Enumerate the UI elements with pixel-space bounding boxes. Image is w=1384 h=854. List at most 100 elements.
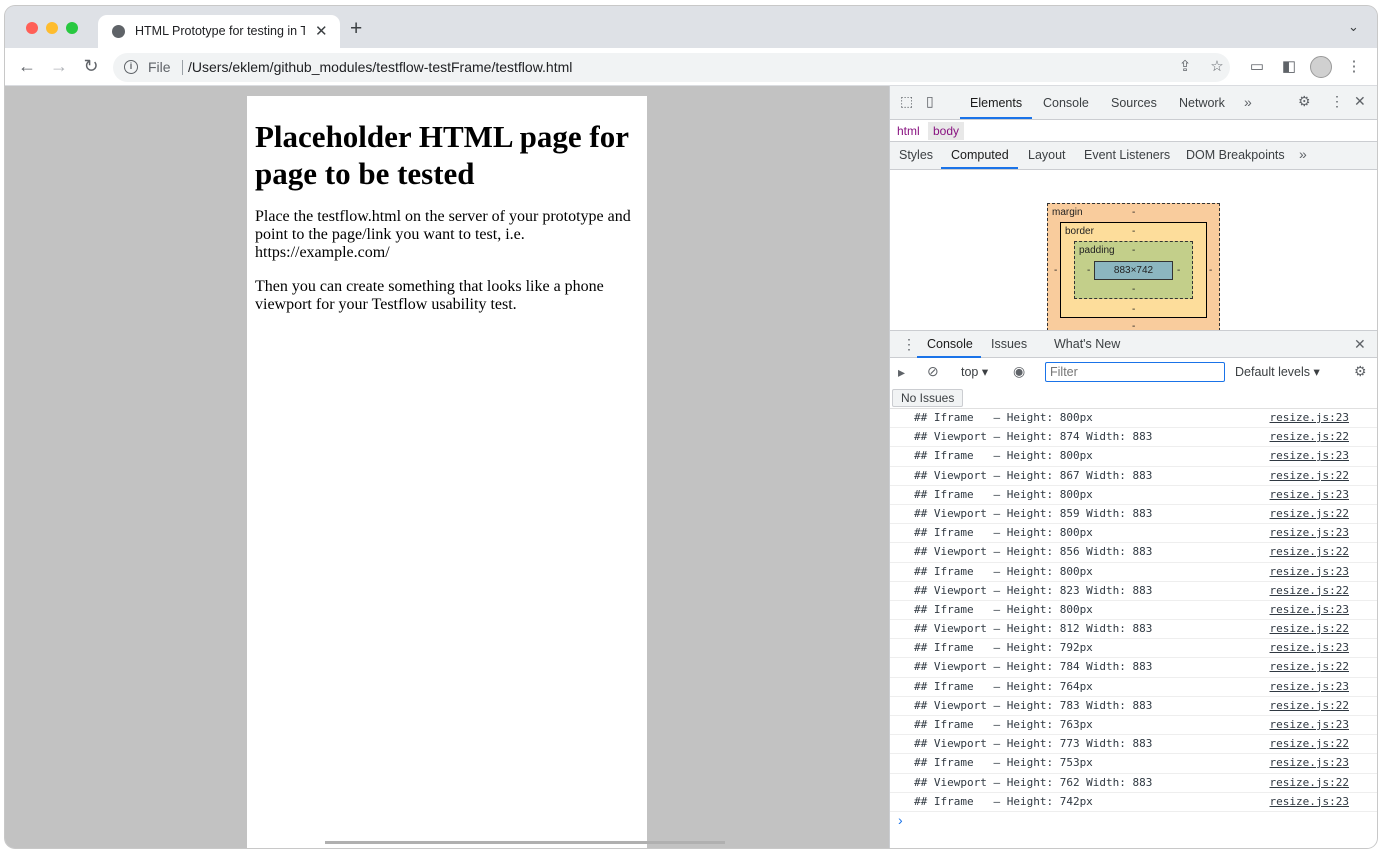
filter-input[interactable] <box>1045 362 1225 382</box>
log-source-link[interactable]: resize.js:23 <box>1270 603 1349 616</box>
tab-sources[interactable]: Sources <box>1111 96 1157 110</box>
console-log-row: ## Viewport – Height: 784 Width: 883 resi… <box>890 658 1377 678</box>
back-button[interactable]: ← <box>16 56 38 77</box>
active-tab-underline <box>960 117 1032 119</box>
log-message: ## Iframe – Height: 742px <box>914 794 1093 808</box>
close-window-button[interactable] <box>26 22 38 34</box>
log-source-link[interactable]: resize.js:23 <box>1270 488 1349 501</box>
log-source-link[interactable]: resize.js:23 <box>1270 641 1349 654</box>
console-prompt[interactable]: › <box>898 812 903 828</box>
avatar[interactable] <box>1310 56 1332 78</box>
minimize-window-button[interactable] <box>46 22 58 34</box>
tab-styles[interactable]: Styles <box>899 148 933 162</box>
tab-dom-breakpoints[interactable]: DOM Breakpoints <box>1186 148 1285 162</box>
console-log-row: ## Iframe – Height: 753px resize.js:23 <box>890 754 1377 774</box>
log-message: ## Iframe – Height: 800px <box>914 564 1093 578</box>
chevron-down-icon[interactable]: ⌄ <box>1348 19 1359 35</box>
log-source-link[interactable]: resize.js:22 <box>1270 545 1349 558</box>
log-source-link[interactable]: resize.js:22 <box>1270 699 1349 712</box>
log-source-link[interactable]: resize.js:22 <box>1270 776 1349 789</box>
horizontal-scrollbar[interactable] <box>325 841 725 844</box>
drawer-tab-issues[interactable]: Issues <box>991 337 1027 351</box>
no-issues-button[interactable]: No Issues <box>892 389 964 407</box>
close-icon[interactable]: ✕ <box>1354 93 1366 110</box>
log-source-link[interactable]: resize.js:22 <box>1270 622 1349 635</box>
breadcrumb-body[interactable]: body <box>928 122 965 140</box>
kebab-menu-icon[interactable]: ⋮ <box>1330 93 1344 110</box>
log-source-link[interactable]: resize.js:22 <box>1270 469 1349 482</box>
log-source-link[interactable]: resize.js:23 <box>1270 718 1349 731</box>
new-tab-button[interactable]: + <box>350 17 362 41</box>
device-toggle-icon[interactable]: ▯ <box>926 93 934 110</box>
drawer-tab-console[interactable]: Console <box>927 337 973 351</box>
star-icon[interactable]: ☆ <box>1207 57 1227 75</box>
log-source-link[interactable]: resize.js:22 <box>1270 507 1349 520</box>
log-source-link[interactable]: resize.js:23 <box>1270 680 1349 693</box>
content-size[interactable]: 883×742 <box>1094 261 1173 280</box>
tab-elements[interactable]: Elements <box>970 96 1022 110</box>
tab-console[interactable]: Console <box>1043 96 1089 110</box>
url-text[interactable]: /Users/eklem/github_modules/testflow-tes… <box>188 59 572 75</box>
log-message: ## Iframe – Height: 800px <box>914 449 1093 463</box>
forward-button[interactable]: → <box>48 56 70 77</box>
browser-window: HTML Prototype for testing in Testflow ✕… <box>5 6 1377 848</box>
info-icon[interactable]: i <box>124 60 138 74</box>
cast-icon[interactable]: ▭ <box>1247 57 1267 75</box>
close-tab-button[interactable]: ✕ <box>315 22 328 40</box>
console-log-row: ## Iframe – Height: 800px resize.js:23 <box>890 524 1377 544</box>
console-settings-gear-icon[interactable]: ⚙ <box>1354 363 1367 380</box>
log-source-link[interactable]: resize.js:22 <box>1270 430 1349 443</box>
context-selector[interactable]: top ▾ <box>961 364 988 379</box>
tab-computed[interactable]: Computed <box>951 148 1009 162</box>
more-tabs-icon[interactable]: » <box>1299 146 1307 162</box>
eye-icon[interactable]: ◉ <box>1013 363 1025 380</box>
breadcrumb-html[interactable]: html <box>892 122 925 140</box>
log-source-link[interactable]: resize.js:23 <box>1270 795 1349 808</box>
log-source-link[interactable]: resize.js:23 <box>1270 449 1349 462</box>
console-log-row: ## Viewport – Height: 867 Width: 883 resi… <box>890 467 1377 486</box>
browser-tab[interactable]: HTML Prototype for testing in Testflow ✕ <box>98 15 340 48</box>
clear-console-icon[interactable]: ⊘ <box>927 363 939 380</box>
log-message: ## Iframe – Height: 763px <box>914 718 1093 731</box>
log-source-link[interactable]: resize.js:23 <box>1270 756 1349 769</box>
page-heading: Placeholder HTML page for page to be tes… <box>255 119 629 191</box>
log-message: ## Iframe – Height: 800px <box>914 411 1093 424</box>
log-source-link[interactable]: resize.js:22 <box>1270 737 1349 750</box>
more-tabs-icon[interactable]: » <box>1244 94 1252 110</box>
log-message: ## Iframe – Height: 800px <box>914 487 1093 501</box>
tab-network[interactable]: Network <box>1179 96 1225 110</box>
log-source-link[interactable]: resize.js:22 <box>1270 584 1349 597</box>
log-levels-dropdown[interactable]: Default levels ▾ <box>1235 364 1320 379</box>
page-paragraph-2: Then you can create something that looks… <box>255 278 604 313</box>
active-tab-underline <box>941 167 1018 169</box>
browser-toolbar: ← → ↻ i File /Users/eklem/github_modules… <box>5 48 1377 86</box>
share-icon[interactable]: ⇪ <box>1175 57 1195 75</box>
menu-icon[interactable]: ⋮ <box>1344 57 1364 75</box>
log-message: ## Iframe – Height: 764px <box>914 679 1093 693</box>
padding-left-value: - <box>1087 265 1091 276</box>
gear-icon[interactable]: ⚙ <box>1298 93 1311 110</box>
reload-button[interactable]: ↻ <box>80 56 102 77</box>
address-bar[interactable]: i File /Users/eklem/github_modules/testf… <box>113 53 1230 82</box>
console-toolbar: ▸ ⊘ top ▾ ◉ Default levels ▾ ⚙ <box>890 358 1377 386</box>
drawer-menu-icon[interactable]: ⋮ <box>902 336 916 353</box>
log-source-link[interactable]: resize.js:23 <box>1270 565 1349 578</box>
console-log-row: ## Viewport – Height: 773 Width: 883 resi… <box>890 735 1377 755</box>
console-log-row: ## Viewport – Height: 812 Width: 883 resi… <box>890 620 1377 640</box>
divider <box>182 60 183 75</box>
log-source-link[interactable]: resize.js:23 <box>1270 526 1349 539</box>
zoom-window-button[interactable] <box>66 22 78 34</box>
close-drawer-icon[interactable]: ✕ <box>1354 336 1366 353</box>
sidebar-icon[interactable]: ◧ <box>1279 57 1299 75</box>
inspect-icon[interactable]: ⬚ <box>900 93 913 110</box>
console-log-row: ## Viewport – Height: 762 Width: 883 resi… <box>890 774 1377 793</box>
tab-event-listeners[interactable]: Event Listeners <box>1084 148 1170 162</box>
log-source-link[interactable]: resize.js:23 <box>1270 411 1349 424</box>
log-message: ## Iframe – Height: 800px <box>914 602 1093 616</box>
sidebar-toggle-icon[interactable]: ▸ <box>898 364 905 381</box>
console-log-row: ## Iframe – Height: 763px resize.js:23 <box>890 716 1377 736</box>
drawer-tab-whats-new[interactable]: What's New <box>1054 337 1120 351</box>
border-bottom-value: - <box>1132 304 1136 315</box>
tab-layout[interactable]: Layout <box>1028 148 1066 162</box>
log-source-link[interactable]: resize.js:22 <box>1270 660 1349 673</box>
